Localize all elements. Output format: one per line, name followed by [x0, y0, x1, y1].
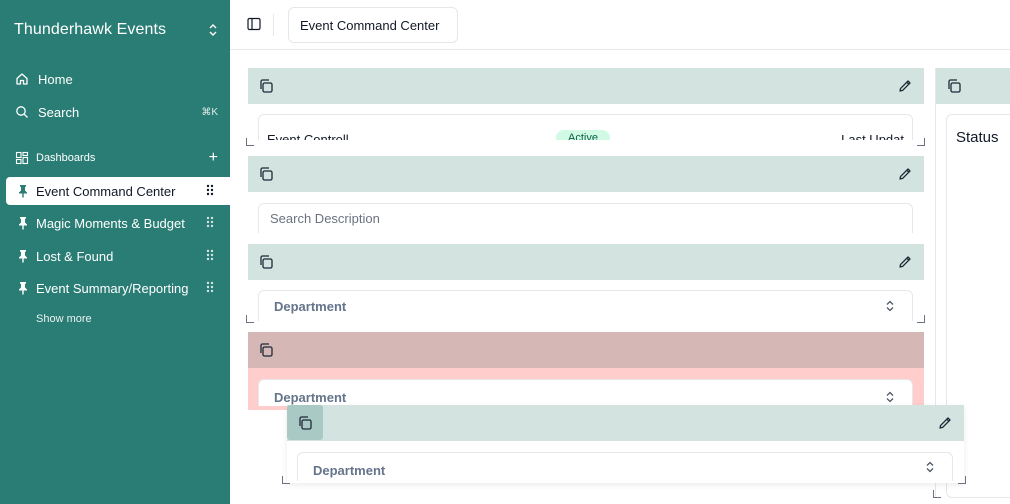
sidebar-item-lost-found[interactable]: Lost & Found: [6, 242, 230, 270]
show-more-link[interactable]: Show more: [36, 313, 92, 325]
resize-handle[interactable]: [933, 490, 941, 498]
sidebar-item-label: Home: [38, 71, 73, 87]
department-select[interactable]: Department: [297, 452, 953, 481]
divider: [273, 14, 274, 36]
resize-handle[interactable]: [917, 315, 925, 323]
department-select-value: Department: [313, 462, 386, 478]
widget-dragging[interactable]: Department: [282, 405, 966, 484]
sidebar-item-label: Event Command Center: [36, 183, 176, 199]
copy-icon[interactable]: [946, 78, 962, 94]
sidebar-item-event-command-center[interactable]: Event Command Center: [6, 177, 230, 205]
top-bar: Event Command Center: [230, 0, 1010, 50]
chevron-up-down-icon: [885, 391, 895, 403]
pin-icon: [16, 184, 30, 198]
widget-department-drop-zone: Department: [248, 332, 924, 410]
copy-icon[interactable]: [258, 166, 274, 182]
resize-handle[interactable]: [917, 138, 925, 146]
dashboards-label: Dashboards: [36, 152, 96, 164]
widget-toolbar: [248, 244, 924, 280]
resize-handle[interactable]: [958, 476, 966, 484]
widget-toolbar: [248, 156, 924, 192]
sidebar-item-label: Search: [38, 104, 80, 120]
pencil-icon[interactable]: [937, 415, 953, 431]
copy-icon[interactable]: [258, 254, 274, 270]
resize-handle[interactable]: [282, 476, 290, 484]
drag-handle-icon[interactable]: [206, 184, 214, 196]
pencil-icon[interactable]: [897, 166, 913, 182]
sidebar-item-search[interactable]: Search ⌘K: [14, 102, 218, 122]
pencil-icon[interactable]: [897, 254, 913, 270]
drag-handle-icon[interactable]: [206, 249, 214, 261]
copy-icon[interactable]: [297, 415, 313, 431]
chevron-up-down-icon: [925, 461, 935, 473]
chevron-up-down-icon: [885, 300, 895, 312]
department-select-value: Department: [274, 298, 347, 314]
search-description-input[interactable]: Search Description: [258, 203, 913, 233]
sidebar-item-event-summary[interactable]: Event Summary/Reporting: [6, 274, 230, 302]
sidebar-item-label: Magic Moments & Budget: [36, 215, 185, 231]
sidebar-item-magic-moments[interactable]: Magic Moments & Budget: [6, 209, 230, 237]
dashboard-grid-icon: [14, 150, 30, 166]
add-dashboard-icon[interactable]: +: [209, 150, 218, 166]
widget-department-filter: Department: [246, 244, 925, 323]
summary-left-text: Event Controll: [267, 132, 349, 140]
pin-icon: [16, 249, 30, 263]
widget-search: Search Description: [248, 156, 924, 233]
sidebar-item-label: Event Summary/Reporting: [36, 280, 189, 296]
resize-handle[interactable]: [246, 315, 254, 323]
dashboard-title-input[interactable]: Event Command Center: [288, 7, 458, 43]
widget-toolbar: [287, 405, 964, 441]
sidebar-item-label: Lost & Found: [36, 248, 114, 264]
sidebar: Thunderhawk Events Home Search ⌘K Dashbo…: [0, 0, 230, 504]
department-select[interactable]: Department: [258, 290, 913, 321]
department-select[interactable]: Department: [258, 379, 913, 406]
drag-handle-icon[interactable]: [206, 281, 214, 293]
sidebar-item-home[interactable]: Home: [14, 69, 218, 89]
home-icon: [14, 71, 30, 87]
department-select-value: Department: [274, 389, 347, 405]
drag-handle-icon[interactable]: [206, 216, 214, 228]
pin-icon: [16, 216, 30, 230]
copy-icon[interactable]: [258, 342, 274, 358]
pin-icon: [16, 281, 30, 295]
search-shortcut: ⌘K: [201, 106, 218, 118]
widget-summary: Event Controll Active Last Updat: [246, 68, 925, 146]
workspace-switcher[interactable]: Thunderhawk Events: [14, 19, 218, 41]
copy-icon[interactable]: [258, 78, 274, 94]
summary-right-text: Last Updat: [841, 132, 904, 140]
dashboards-section-header: Dashboards +: [14, 148, 218, 168]
widget-toolbar: [248, 332, 924, 368]
search-icon: [14, 104, 30, 120]
status-badge: Active: [556, 130, 610, 140]
status-title: Status: [956, 129, 999, 146]
sidebar-toggle-icon[interactable]: [247, 17, 261, 31]
pencil-icon[interactable]: [897, 78, 913, 94]
summary-card: Event Controll Active Last Updat: [258, 114, 913, 140]
chevron-up-down-icon: [208, 23, 218, 37]
widget-toolbar: [248, 68, 924, 104]
resize-handle[interactable]: [246, 138, 254, 146]
workspace-name: Thunderhawk Events: [14, 21, 167, 38]
